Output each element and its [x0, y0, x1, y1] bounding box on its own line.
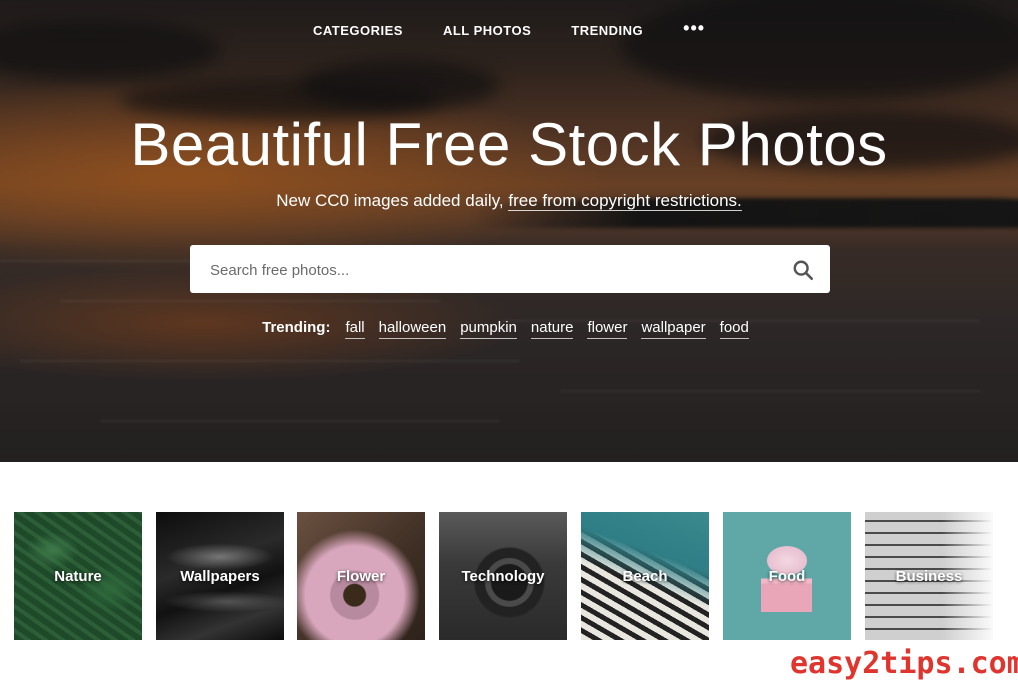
category-grid: Nature Wallpapers Flower Technology Beac…: [14, 512, 1004, 640]
category-label: Business: [895, 567, 963, 585]
subtitle-text: New CC0 images added daily,: [276, 191, 509, 210]
page-subtitle: New CC0 images added daily, free from co…: [0, 191, 1018, 211]
category-card-wallpapers[interactable]: Wallpapers: [156, 512, 284, 640]
search-box: [190, 245, 830, 295]
watermark: easy2tips.com: [790, 646, 1018, 681]
search-input[interactable]: [208, 245, 782, 295]
category-label: Flower: [336, 567, 386, 585]
category-label: Food: [768, 567, 806, 585]
trending-tag-halloween[interactable]: halloween: [378, 319, 447, 339]
more-menu-icon[interactable]: •••: [683, 19, 705, 37]
trending-tag-pumpkin[interactable]: pumpkin: [460, 319, 517, 339]
top-nav: CATEGORIES ALL PHOTOS TRENDING •••: [0, 19, 1018, 38]
page-title: Beautiful Free Stock Photos: [130, 111, 888, 178]
nav-categories[interactable]: CATEGORIES: [313, 23, 403, 38]
category-card-business[interactable]: Business: [865, 512, 993, 640]
trending-tag-nature[interactable]: nature: [530, 319, 574, 339]
trending-tag-flower[interactable]: flower: [587, 319, 628, 339]
category-card-nature[interactable]: Nature: [14, 512, 142, 640]
search-icon[interactable]: [792, 259, 814, 281]
nav-trending[interactable]: TRENDING: [571, 23, 643, 38]
trending-tag-wallpaper[interactable]: wallpaper: [641, 319, 706, 339]
category-label: Wallpapers: [180, 567, 260, 585]
category-card-flower[interactable]: Flower: [297, 512, 425, 640]
category-label: Beach: [622, 567, 668, 585]
license-link[interactable]: free from copyright restrictions.: [508, 191, 742, 211]
category-label: Technology: [461, 567, 545, 585]
category-card-technology[interactable]: Technology: [439, 512, 567, 640]
category-label: Nature: [54, 567, 102, 585]
trending-tag-food[interactable]: food: [719, 319, 749, 339]
nav-all-photos[interactable]: ALL PHOTOS: [443, 23, 531, 38]
trending-tag-fall[interactable]: fall: [345, 319, 365, 339]
hero-banner: CATEGORIES ALL PHOTOS TRENDING ••• Beaut…: [0, 0, 1018, 462]
category-card-food[interactable]: Food: [723, 512, 851, 640]
trending-label: Trending:: [262, 319, 331, 336]
trending-tags: Trending: fall halloween pumpkin nature …: [0, 319, 1018, 339]
category-card-beach[interactable]: Beach: [581, 512, 709, 640]
